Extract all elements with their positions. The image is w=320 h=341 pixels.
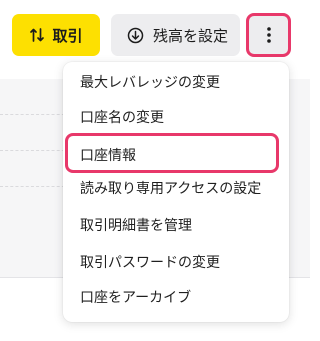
menu-item-rename-account[interactable]: 口座名の変更 xyxy=(80,107,164,129)
content-divider xyxy=(0,186,70,187)
arrows-exchange-icon xyxy=(29,27,45,43)
menu-item-trade-statements[interactable]: 取引明細書を管理 xyxy=(80,215,192,237)
menu-item-max-leverage[interactable]: 最大レバレッジの変更 xyxy=(80,72,220,94)
set-balance-button[interactable]: 残高を設定 xyxy=(111,14,240,56)
more-options-button[interactable] xyxy=(246,13,291,57)
trade-button-label: 取引 xyxy=(52,26,83,45)
menu-item-archive-account[interactable]: 口座をアーカイブ xyxy=(80,287,191,309)
content-divider xyxy=(0,150,70,151)
account-options-menu: 最大レバレッジの変更 口座名の変更 口座情報 読み取り専用アクセスの設定 取引明… xyxy=(63,62,289,322)
menu-item-change-trading-password[interactable]: 取引パスワードの変更 xyxy=(80,252,220,274)
content-divider xyxy=(0,114,70,115)
menu-item-read-only-access[interactable]: 読み取り専用アクセスの設定 xyxy=(80,178,261,200)
menu-item-account-info[interactable]: 口座情報 xyxy=(80,145,136,167)
set-balance-button-label: 残高を設定 xyxy=(153,26,229,45)
vertical-ellipsis-icon xyxy=(266,26,272,44)
trade-button[interactable]: 取引 xyxy=(12,14,100,56)
circle-arrow-down-icon xyxy=(127,27,144,44)
